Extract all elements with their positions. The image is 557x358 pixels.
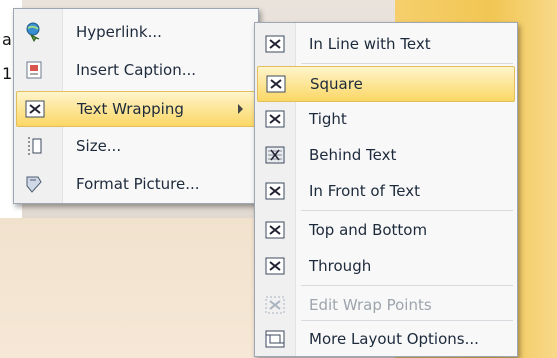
edit-wrap-points-icon <box>265 296 285 314</box>
menu-item-label: Tight <box>309 110 347 128</box>
menu-item-label: More Layout Options... <box>309 330 479 348</box>
menu-item-text-wrapping[interactable]: Text Wrapping <box>16 91 256 127</box>
through-wrap-icon <box>265 257 285 275</box>
menu-item-label: Text Wrapping <box>77 100 184 118</box>
menu-item-label: Behind Text <box>309 146 397 164</box>
menu-separator <box>301 63 513 64</box>
menu-item-label: Through <box>309 257 372 275</box>
wrap-option-edit-wrap-points: Edit Wrap Points <box>257 288 515 322</box>
text-wrapping-icon <box>25 100 45 118</box>
more-layout-options[interactable]: More Layout Options... <box>257 322 515 356</box>
text-wrapping-submenu: In Line with Text Square Tight Behind Te… <box>254 22 518 357</box>
document-text-fragment: a <box>2 30 12 49</box>
layout-options-icon <box>265 330 285 348</box>
menu-separator <box>301 210 513 211</box>
wrap-option-top-and-bottom[interactable]: Top and Bottom <box>257 213 515 247</box>
menu-item-label: Edit Wrap Points <box>309 296 432 314</box>
document-text-fragment: 1 <box>2 64 13 83</box>
wrap-option-in-front-of-text[interactable]: In Front of Text <box>257 174 515 208</box>
wrap-option-square[interactable]: Square <box>257 66 515 102</box>
format-picture-icon <box>24 175 44 193</box>
inline-wrap-icon <box>265 35 285 53</box>
menu-item-label: Size... <box>76 137 122 155</box>
menu-item-label: Square <box>310 75 363 93</box>
hyperlink-globe-icon <box>24 22 44 42</box>
menu-item-label: Hyperlink... <box>76 23 162 41</box>
menu-item-label: In Front of Text <box>309 182 420 200</box>
wrap-option-in-line[interactable]: In Line with Text <box>257 27 515 61</box>
menu-item-label: Top and Bottom <box>309 221 428 239</box>
in-front-of-text-icon <box>265 182 285 200</box>
size-icon <box>24 137 44 155</box>
square-wrap-icon <box>266 75 286 93</box>
menu-item-label: Format Picture... <box>76 175 200 193</box>
menu-item-format-picture[interactable]: Format Picture... <box>16 167 256 201</box>
wrap-option-behind-text[interactable]: Behind Text <box>257 138 515 172</box>
menu-item-label: In Line with Text <box>309 35 431 53</box>
menu-item-insert-caption[interactable]: Insert Caption... <box>16 53 256 87</box>
submenu-arrow-icon <box>238 104 243 114</box>
menu-item-label: Insert Caption... <box>76 61 197 79</box>
top-bottom-wrap-icon <box>265 221 285 239</box>
context-menu: Hyperlink... Insert Caption... Text Wrap… <box>13 8 259 204</box>
behind-text-icon <box>265 146 285 164</box>
menu-separator <box>301 320 513 321</box>
menu-item-hyperlink[interactable]: Hyperlink... <box>16 15 256 49</box>
wrap-option-through[interactable]: Through <box>257 249 515 283</box>
menu-separator <box>301 285 513 286</box>
menu-item-size[interactable]: Size... <box>16 129 256 163</box>
wrap-option-tight[interactable]: Tight <box>257 102 515 136</box>
caption-icon <box>24 61 44 79</box>
tight-wrap-icon <box>265 110 285 128</box>
